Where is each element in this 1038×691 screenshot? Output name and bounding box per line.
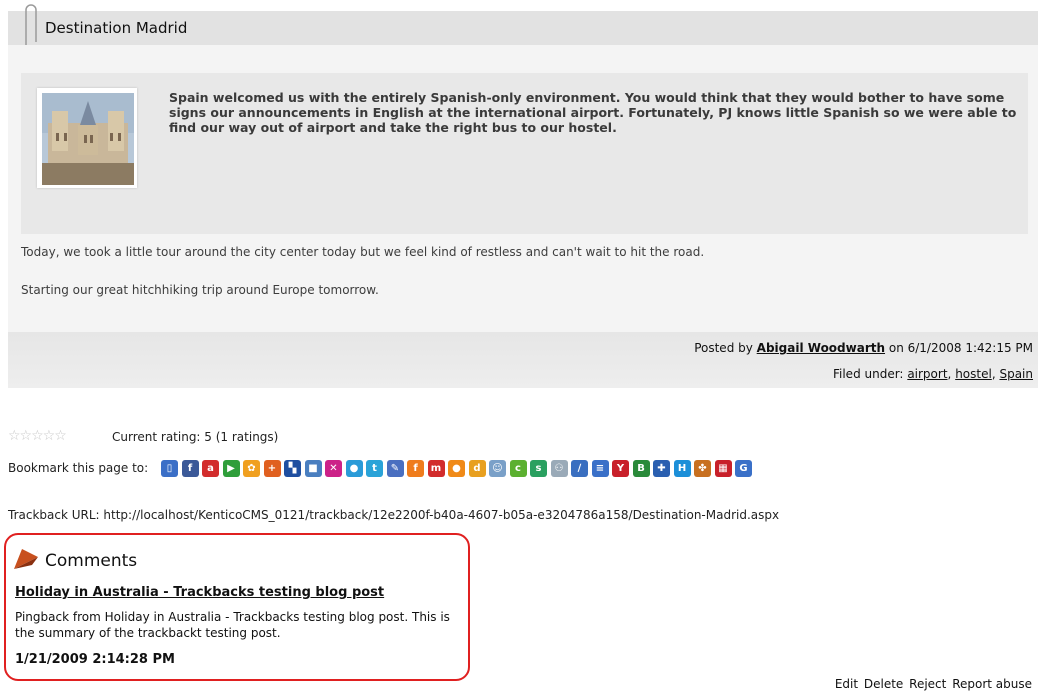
slash-icon[interactable]: ∕ <box>571 459 588 477</box>
animal-icon[interactable]: ✤ <box>694 459 711 477</box>
m-icon[interactable]: m <box>427 459 445 477</box>
reddit-icon[interactable]: ☺ <box>489 459 506 477</box>
digg-icon[interactable]: d <box>468 459 486 477</box>
tag-separator: , <box>991 367 996 381</box>
plus-blue-icon[interactable]: ✚ <box>653 459 670 477</box>
book-icon[interactable]: ▯ <box>161 459 178 477</box>
bookmark-icons: ▯ f a ▶ ✿ + ▚ ■ ✕ ● t ✎ f m ● d ☺ c s ⚇ ∕ ≡ Y B ✚ H ✤ ▦ G <box>161 456 752 480</box>
pen-icon[interactable]: ✎ <box>386 459 404 477</box>
comments-icon <box>14 549 38 569</box>
tag-link-spain[interactable]: Spain <box>999 367 1033 381</box>
author-link[interactable]: Abigail Woodwarth <box>757 341 885 355</box>
tag-separator: , <box>947 367 952 381</box>
post-summary-text: Spain welcomed us with the entirely Span… <box>169 90 1017 135</box>
orange-f-icon[interactable]: f <box>407 459 424 477</box>
filed-under-label: Filed under: <box>832 367 904 381</box>
facebook-icon[interactable]: f <box>181 459 199 477</box>
post-thumbnail-image[interactable] <box>42 93 134 185</box>
delicious-icon[interactable]: ▚ <box>284 459 301 477</box>
comment-date: 1/21/2009 2:14:28 PM <box>15 652 175 667</box>
google-icon[interactable]: G <box>735 459 752 477</box>
stumble-icon[interactable]: s <box>530 459 547 477</box>
comment-title-link[interactable]: Holiday in Australia - Trackbacks testin… <box>15 585 384 600</box>
cross-icon[interactable]: ✕ <box>325 459 342 477</box>
comments-heading: Comments <box>45 551 138 571</box>
t-icon[interactable]: t <box>366 459 383 477</box>
posted-by-line: Posted by Abigail Woodwarth on 6/1/2008 … <box>694 341 1033 355</box>
comment-report-abuse-link[interactable]: Report abuse <box>952 677 1032 691</box>
comment-edit-link[interactable]: Edit <box>835 677 858 691</box>
comment-delete-link[interactable]: Delete <box>864 677 903 691</box>
h-icon[interactable]: H <box>673 459 691 477</box>
yahoo-icon[interactable]: Y <box>612 459 629 477</box>
people-icon[interactable]: ⚇ <box>550 459 568 477</box>
posted-date: on 6/1/2008 1:42:15 PM <box>888 341 1033 355</box>
tag-link-airport[interactable]: airport <box>907 367 947 381</box>
posted-by-label: Posted by <box>694 341 753 355</box>
comment-actions: Edit Delete Reject Report abuse <box>833 677 1032 691</box>
trackback-url: Trackback URL: http://localhost/KenticoC… <box>8 508 780 522</box>
current-rating-text: Current rating: 5 (1 ratings) <box>112 430 279 444</box>
comment-body: Pingback from Holiday in Australia - Tra… <box>15 610 450 640</box>
rating-stars[interactable]: ☆☆☆☆☆ <box>8 428 67 444</box>
post-title: Destination Madrid <box>45 19 188 37</box>
ask-icon[interactable]: a <box>202 459 219 477</box>
green-c-icon[interactable]: c <box>509 459 527 477</box>
post-paragraph: Starting our great hitchhiking trip arou… <box>21 283 379 297</box>
book-green-icon[interactable]: B <box>632 459 650 477</box>
post-paragraph: Today, we took a little tour around the … <box>21 245 705 259</box>
arrow-icon[interactable]: ▶ <box>222 459 240 477</box>
plus-icon[interactable]: + <box>263 459 281 477</box>
grid-icon[interactable]: ▦ <box>714 459 732 477</box>
orange-circle-icon[interactable]: ● <box>448 459 465 477</box>
flower-icon[interactable]: ✿ <box>243 459 260 477</box>
circle-a-icon[interactable]: ● <box>345 459 363 477</box>
blue-square-icon[interactable]: ■ <box>304 459 322 477</box>
comment-reject-link[interactable]: Reject <box>909 677 946 691</box>
filed-under-line: Filed under: airport, hostel, Spain <box>833 367 1033 381</box>
bookmark-label: Bookmark this page to: <box>8 461 149 475</box>
tag-link-hostel[interactable]: hostel <box>955 367 992 381</box>
list-icon[interactable]: ≡ <box>591 459 609 477</box>
